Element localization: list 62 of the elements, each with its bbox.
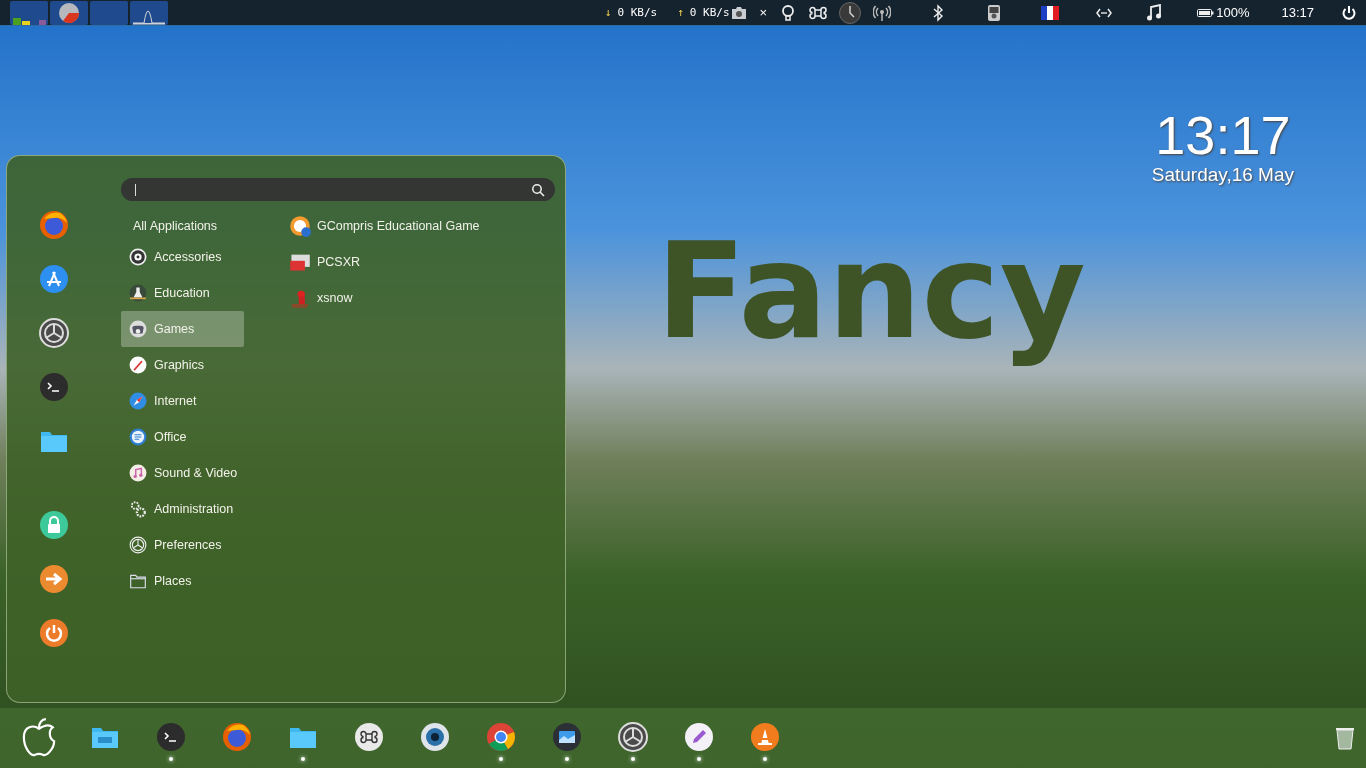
logout-icon[interactable]	[38, 563, 70, 595]
cpu-bar-graph	[10, 0, 48, 25]
search-field[interactable]	[121, 178, 555, 201]
category-item[interactable]: Administration	[121, 491, 244, 527]
folder-icon	[129, 572, 147, 590]
battery-percentage: 100%	[1216, 5, 1250, 20]
settings-icon[interactable]	[617, 721, 649, 753]
compass-icon	[129, 392, 147, 410]
category-item[interactable]: Graphics	[121, 347, 244, 383]
network-arrow: ↑	[677, 6, 684, 19]
power-icon[interactable]	[38, 617, 70, 649]
category-item[interactable]: Games	[121, 311, 244, 347]
network-graph	[90, 0, 128, 25]
traffic-cone-icon[interactable]	[749, 721, 781, 753]
category-item[interactable]: Accessories	[121, 239, 244, 275]
pencil-icon[interactable]	[683, 721, 715, 753]
firefox-icon[interactable]	[38, 209, 70, 241]
category-item[interactable]: Education	[121, 275, 244, 311]
battery-icon	[1197, 7, 1215, 18]
search-icon	[531, 182, 545, 197]
settings-icon[interactable]	[38, 317, 70, 349]
gear-icon	[129, 248, 147, 266]
settings-wheel-icon	[129, 536, 147, 554]
network-arrow: ↓	[604, 6, 612, 19]
network-speed: 0 KB/s	[689, 6, 730, 19]
category-item[interactable]: Internet	[121, 383, 244, 419]
category-item[interactable]: Places	[121, 563, 244, 599]
music-note-icon[interactable]	[1145, 3, 1164, 22]
category-item[interactable]: Sound & Video	[121, 455, 244, 491]
category-item[interactable]: Preferences	[121, 527, 244, 563]
webcam-icon[interactable]	[419, 721, 451, 753]
power-icon[interactable]	[1340, 3, 1358, 22]
image-viewer-icon[interactable]	[551, 721, 583, 753]
memory-pie-chart	[50, 0, 88, 25]
terminal-icon[interactable]	[155, 721, 187, 753]
category-item[interactable]: Office	[121, 419, 244, 455]
application-item[interactable]: PCSXR	[289, 251, 480, 273]
overlay-title: Fancy	[655, 213, 1087, 370]
desktop-clock-date: Saturday,16 May	[1151, 164, 1294, 186]
app-store-icon[interactable]	[38, 263, 70, 295]
gears-icon	[129, 500, 147, 518]
category-item[interactable]: All Applications	[121, 213, 244, 239]
wireless-antenna-icon[interactable]	[873, 3, 892, 22]
application-item[interactable]: xsnow	[289, 287, 480, 309]
flag-icon[interactable]	[1041, 5, 1060, 20]
load-graph	[130, 0, 168, 25]
lock-icon[interactable]	[38, 509, 70, 541]
network-speed: 0 KB/s	[617, 6, 658, 19]
close-button[interactable]: ×	[759, 5, 768, 20]
panel-clock[interactable]: 13:17	[1281, 5, 1314, 20]
music-note-icon	[129, 464, 147, 482]
gamepad-icon	[129, 320, 147, 338]
clock-icon[interactable]	[839, 1, 862, 24]
chrome-icon[interactable]	[485, 721, 517, 753]
document-icon	[129, 428, 147, 446]
flask-icon	[129, 284, 147, 302]
command-icon[interactable]	[353, 721, 385, 753]
firefox-icon[interactable]	[221, 721, 253, 753]
application-item[interactable]: GCompris Educational Game	[289, 215, 480, 237]
desktop-clock-time: 13:17	[1155, 106, 1291, 164]
paintbrush-icon	[129, 356, 147, 374]
terminal-icon[interactable]	[38, 371, 70, 403]
